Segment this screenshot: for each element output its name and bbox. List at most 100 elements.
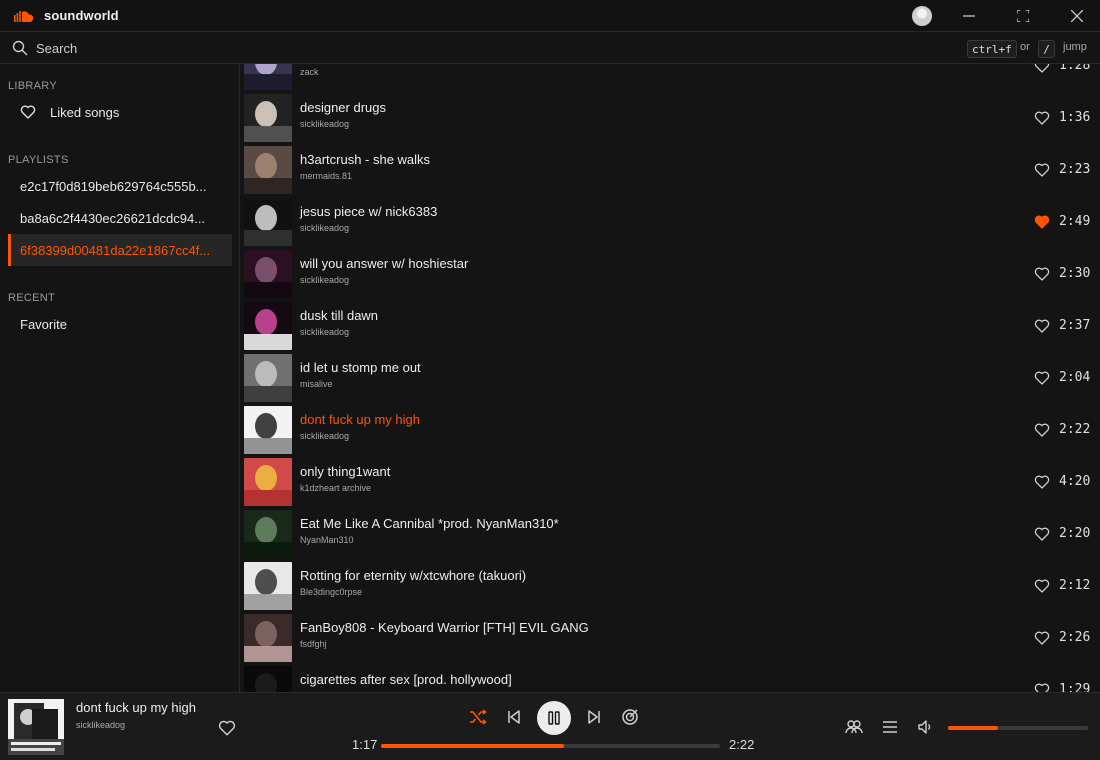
previous-button[interactable] bbox=[502, 705, 526, 729]
track-row[interactable]: zack 1:28 bbox=[241, 64, 1100, 92]
user-avatar[interactable] bbox=[912, 6, 932, 26]
next-button[interactable] bbox=[582, 705, 606, 729]
like-heart-icon[interactable] bbox=[1034, 214, 1050, 230]
track-artwork[interactable] bbox=[244, 614, 292, 662]
track-duration: 2:04 bbox=[1059, 370, 1091, 385]
track-duration: 2:12 bbox=[1059, 578, 1091, 593]
close-button[interactable] bbox=[1057, 0, 1097, 32]
progress-bar[interactable] bbox=[381, 744, 720, 748]
recent-label: Favorite bbox=[20, 316, 67, 332]
users-icon bbox=[845, 720, 863, 734]
shortcut-key-slash: / bbox=[1038, 40, 1055, 58]
close-icon bbox=[1071, 10, 1083, 22]
track-artwork[interactable] bbox=[244, 406, 292, 454]
track-row[interactable]: FanBoy808 - Keyboard Warrior [FTH] EVIL … bbox=[241, 612, 1100, 664]
track-row[interactable]: Rotting for eternity w/xtcwhore (takuori… bbox=[241, 560, 1100, 612]
track-row[interactable]: Eat Me Like A Cannibal *prod. NyanMan310… bbox=[241, 508, 1100, 560]
like-heart-icon[interactable] bbox=[1034, 64, 1050, 74]
volume-slider[interactable] bbox=[948, 726, 1088, 730]
sidebar-item-liked-songs[interactable]: Liked songs bbox=[8, 96, 232, 128]
like-heart-icon[interactable] bbox=[1034, 370, 1050, 386]
sidebar-playlist-item[interactable]: ba8a6c2f4430ec26621dcdc94... bbox=[8, 202, 232, 234]
track-artwork[interactable] bbox=[244, 562, 292, 610]
track-artwork[interactable] bbox=[244, 354, 292, 402]
like-heart-icon[interactable] bbox=[1034, 526, 1050, 542]
track-row[interactable]: designer drugs sicklikeadog 1:36 bbox=[241, 92, 1100, 144]
track-artist[interactable]: sicklikeadog bbox=[300, 327, 349, 337]
sidebar: LIBRARY Liked songs PLAYLISTS e2c17f0d81… bbox=[0, 64, 240, 692]
sidebar-playlist-item-active[interactable]: 6f38399d00481da22e1867cc4f... bbox=[8, 234, 232, 266]
track-artist[interactable]: mermaids.81 bbox=[300, 171, 352, 181]
like-heart-icon[interactable] bbox=[1034, 474, 1050, 490]
track-row[interactable]: only thing1want k1dzheart archive 4:20 bbox=[241, 456, 1100, 508]
track-row[interactable]: h3artcrush - she walks mermaids.81 2:23 bbox=[241, 144, 1100, 196]
now-playing-artist[interactable]: sicklikeadog bbox=[76, 720, 125, 730]
like-heart-icon[interactable] bbox=[1034, 578, 1050, 594]
track-title[interactable]: Eat Me Like A Cannibal *prod. NyanMan310… bbox=[300, 516, 559, 531]
track-artwork[interactable] bbox=[244, 146, 292, 194]
track-artist[interactable]: k1dzheart archive bbox=[300, 483, 371, 493]
like-heart-icon[interactable] bbox=[1034, 110, 1050, 126]
track-title[interactable]: will you answer w/ hoshiestar bbox=[300, 256, 468, 271]
track-row[interactable]: will you answer w/ hoshiestar sicklikeado… bbox=[241, 248, 1100, 300]
friends-button[interactable] bbox=[842, 715, 866, 739]
maximize-button[interactable] bbox=[1003, 0, 1043, 32]
track-artwork[interactable] bbox=[244, 510, 292, 558]
track-row[interactable]: id let u stomp me out misalive 2:04 bbox=[241, 352, 1100, 404]
track-title[interactable]: FanBoy808 - Keyboard Warrior [FTH] EVIL … bbox=[300, 620, 589, 635]
like-heart-icon[interactable] bbox=[1034, 162, 1050, 178]
pause-icon bbox=[548, 711, 560, 725]
track-artwork[interactable] bbox=[244, 198, 292, 246]
sidebar-item-favorite[interactable]: Favorite bbox=[8, 308, 232, 340]
sidebar-playlist-item[interactable]: e2c17f0d819beb629764c555b... bbox=[8, 170, 232, 202]
search-icon bbox=[12, 40, 28, 56]
like-heart-icon[interactable] bbox=[1034, 266, 1050, 282]
track-artist[interactable]: Ble3dingc0rpse bbox=[300, 587, 362, 597]
track-artist[interactable]: NyanMan310 bbox=[300, 535, 354, 545]
track-artwork[interactable] bbox=[244, 302, 292, 350]
now-playing-title[interactable]: dont fuck up my high bbox=[76, 700, 196, 715]
track-row[interactable]: dusk till dawn sicklikeadog 2:37 bbox=[241, 300, 1100, 352]
track-title[interactable]: designer drugs bbox=[300, 100, 386, 115]
track-row[interactable]: jesus piece w/ nick6383 sicklikeadog 2:49 bbox=[241, 196, 1100, 248]
track-title[interactable]: jesus piece w/ nick6383 bbox=[300, 204, 437, 219]
track-duration: 2:37 bbox=[1059, 318, 1091, 333]
track-artist[interactable]: zack bbox=[300, 67, 319, 77]
track-artist[interactable]: sicklikeadog bbox=[300, 275, 349, 285]
minimize-button[interactable] bbox=[949, 0, 989, 32]
playlists-section-label: PLAYLISTS bbox=[8, 154, 69, 166]
now-playing-artwork[interactable] bbox=[8, 699, 64, 755]
mute-button[interactable] bbox=[913, 715, 937, 739]
track-title[interactable]: dont fuck up my high bbox=[300, 412, 420, 427]
track-title[interactable]: cigarettes after sex [prod. hollywood] bbox=[300, 672, 512, 687]
track-row[interactable]: dont fuck up my high sicklikeadog 2:22 bbox=[241, 404, 1100, 456]
track-artwork[interactable] bbox=[244, 94, 292, 142]
queue-button[interactable] bbox=[878, 715, 902, 739]
track-title[interactable]: h3artcrush - she walks bbox=[300, 152, 430, 167]
playlist-label: 6f38399d00481da22e1867cc4f... bbox=[20, 242, 211, 258]
track-artist[interactable]: sicklikeadog bbox=[300, 223, 349, 233]
track-artwork[interactable] bbox=[244, 64, 292, 90]
pause-button[interactable] bbox=[537, 701, 571, 735]
track-artist[interactable]: misalive bbox=[300, 379, 333, 389]
track-artwork[interactable] bbox=[244, 250, 292, 298]
track-artwork[interactable] bbox=[244, 666, 292, 692]
like-heart-icon[interactable] bbox=[218, 719, 236, 737]
skip-forward-icon bbox=[588, 710, 600, 724]
track-artist[interactable]: sicklikeadog bbox=[300, 431, 349, 441]
track-artwork[interactable] bbox=[244, 458, 292, 506]
shuffle-button[interactable] bbox=[466, 705, 490, 729]
track-artist[interactable]: sicklikeadog bbox=[300, 119, 349, 129]
search-input[interactable] bbox=[36, 38, 636, 58]
like-heart-icon[interactable] bbox=[1034, 318, 1050, 334]
like-heart-icon[interactable] bbox=[1034, 422, 1050, 438]
track-title[interactable]: Rotting for eternity w/xtcwhore (takuori… bbox=[300, 568, 526, 583]
track-title[interactable]: only thing1want bbox=[300, 464, 390, 479]
track-row[interactable]: cigarettes after sex [prod. hollywood]se… bbox=[241, 664, 1100, 692]
like-heart-icon[interactable] bbox=[1034, 630, 1050, 646]
track-title[interactable]: dusk till dawn bbox=[300, 308, 378, 323]
track-title[interactable]: id let u stomp me out bbox=[300, 360, 421, 375]
radio-button[interactable] bbox=[618, 705, 642, 729]
like-heart-icon[interactable] bbox=[1034, 682, 1050, 692]
track-artist[interactable]: fsdfghj bbox=[300, 639, 327, 649]
